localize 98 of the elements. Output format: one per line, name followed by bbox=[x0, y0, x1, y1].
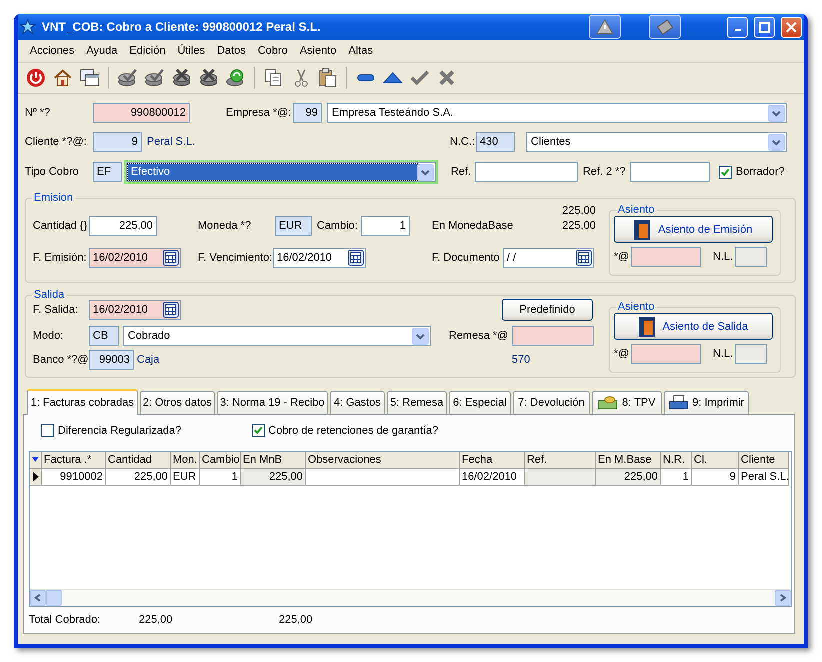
menu-item[interactable]: Cobro bbox=[252, 45, 294, 57]
table-cell: 1 bbox=[200, 468, 241, 486]
table-cell: 16/02/2010 bbox=[460, 468, 525, 486]
field-label: F. Vencimiento: bbox=[198, 252, 273, 264]
table-cell: 9 bbox=[692, 468, 739, 486]
input-field[interactable]: 990800012 bbox=[93, 103, 190, 123]
column-header[interactable]: Mon. bbox=[171, 452, 200, 469]
tab[interactable]: 5: Remesa bbox=[387, 391, 447, 414]
field-label: Remesa *@ bbox=[449, 330, 510, 342]
column-header[interactable]: N.R. bbox=[661, 452, 692, 469]
field-label: Borrador? bbox=[736, 166, 786, 178]
tab[interactable]: 2: Otros datos bbox=[140, 391, 215, 414]
amount-text: 225,00 bbox=[562, 219, 596, 234]
field-label: N.L. bbox=[713, 348, 734, 360]
field-label: Empresa *@: bbox=[226, 107, 293, 119]
tab[interactable]: 8: TPV bbox=[592, 391, 662, 414]
dropdown[interactable]: Empresa Testeándo S.A. bbox=[327, 103, 787, 123]
table-cell: 9910002 bbox=[42, 468, 106, 486]
table-cell: 225,00 bbox=[241, 468, 306, 486]
option-label: Cobro de retenciones de garantía? bbox=[268, 424, 439, 437]
group-title: Asiento bbox=[617, 204, 656, 216]
menu-item[interactable]: Datos bbox=[211, 45, 252, 57]
field-label: F. Documento bbox=[432, 252, 501, 264]
tab[interactable]: 9: Imprimir bbox=[664, 391, 749, 414]
input-field[interactable]: 99 bbox=[293, 103, 322, 123]
field-label: *@ bbox=[614, 348, 630, 360]
field-label: Total Cobrado: bbox=[29, 614, 102, 626]
group-title: Emision bbox=[33, 192, 74, 204]
column-header[interactable]: Observaciones bbox=[306, 452, 460, 469]
menu-item[interactable]: Edición bbox=[124, 45, 172, 57]
input-field[interactable]: EUR bbox=[275, 216, 312, 236]
field-label: *@ bbox=[614, 251, 630, 263]
column-header[interactable]: Fecha bbox=[460, 452, 525, 469]
field-label: F. Salida: bbox=[33, 304, 80, 316]
date-field[interactable]: 16/02/2010 bbox=[89, 300, 181, 320]
total-amount: 225,00 bbox=[279, 614, 314, 626]
column-header[interactable]: Cliente bbox=[739, 452, 789, 469]
date-field[interactable]: 16/02/2010 bbox=[89, 248, 181, 268]
dropdown[interactable]: Efectivo bbox=[126, 162, 436, 182]
table-cell: 1 bbox=[661, 468, 692, 486]
value-text: Peral S.L. bbox=[147, 136, 196, 148]
input-field[interactable]: 1 bbox=[361, 216, 410, 236]
input-field[interactable]: 9 bbox=[93, 132, 142, 152]
dropdown[interactable]: Clientes bbox=[526, 132, 787, 152]
group-title: Salida bbox=[33, 289, 66, 301]
column-header[interactable]: Cl. bbox=[692, 452, 739, 469]
column-header[interactable]: Cambio bbox=[200, 452, 241, 469]
field-label: En MonedaBase bbox=[432, 220, 514, 232]
menu-item[interactable]: Asiento bbox=[294, 45, 343, 57]
menu-item[interactable]: Ayuda bbox=[80, 45, 124, 57]
field-label: N.L. bbox=[713, 251, 734, 263]
menu-item[interactable]: Útiles bbox=[172, 45, 212, 57]
tab[interactable]: 3: Norma 19 - Recibo bbox=[217, 391, 328, 414]
total-amount: 225,00 bbox=[139, 614, 174, 626]
input-field[interactable]: EF bbox=[93, 162, 122, 182]
table-cell: EUR bbox=[171, 468, 200, 486]
column-header[interactable]: Cantidad bbox=[106, 452, 171, 469]
column-header[interactable]: Ref. bbox=[525, 452, 596, 469]
field-label: Moneda *? bbox=[198, 220, 252, 232]
field-label: Modo: bbox=[33, 330, 65, 342]
field-label: Banco *?@ bbox=[33, 354, 89, 366]
amount-text: 225,00 bbox=[562, 204, 596, 219]
input-field[interactable]: 99003 bbox=[89, 350, 134, 370]
table-cell: Peral S.L. bbox=[739, 468, 789, 486]
column-header[interactable]: Factura .* bbox=[42, 452, 106, 469]
group-title: Asiento bbox=[617, 301, 656, 313]
predefined-button[interactable]: Predefinido bbox=[502, 299, 593, 321]
table-cell: 225,00 bbox=[596, 468, 661, 486]
date-field[interactable]: / / bbox=[503, 248, 594, 268]
tab[interactable]: 4: Gastos bbox=[330, 391, 385, 414]
tab[interactable]: 7: Devolución bbox=[513, 391, 590, 414]
tab[interactable]: 1: Facturas cobradas bbox=[27, 389, 138, 415]
field-label: Cantidad {} bbox=[33, 220, 88, 232]
menu-item[interactable]: Altas bbox=[342, 45, 380, 57]
table-cell: 225,00 bbox=[106, 468, 171, 486]
input-field[interactable]: 430 bbox=[476, 132, 515, 152]
entry-button[interactable]: Asiento de Emisión bbox=[614, 216, 773, 243]
field-label: Nº *? bbox=[25, 107, 52, 119]
field-label: Ref. bbox=[451, 166, 472, 178]
value-text: Caja bbox=[137, 354, 161, 366]
value-text: 570 bbox=[512, 354, 532, 366]
menu-item[interactable]: Acciones bbox=[24, 45, 81, 57]
field-label: Cliente *?@: bbox=[25, 136, 88, 148]
window-title: VNT_COB: Cobro a Cliente: 990800012 Peral S.L. bbox=[42, 20, 322, 34]
input-field[interactable]: CB bbox=[89, 326, 119, 346]
tab[interactable]: 6: Especial bbox=[449, 391, 511, 414]
input-field[interactable]: 225,00 bbox=[89, 216, 157, 236]
column-header[interactable]: En MnB bbox=[241, 452, 306, 469]
field-label: F. Emisión: bbox=[33, 252, 88, 264]
field-label: Ref. 2 *? bbox=[583, 166, 627, 178]
dropdown[interactable]: Cobrado bbox=[123, 326, 431, 346]
field-label: Cambio: bbox=[317, 220, 359, 232]
option-label: Diferencia Regularizada? bbox=[58, 424, 182, 437]
column-header[interactable]: En M.Base bbox=[596, 452, 661, 469]
date-field[interactable]: 16/02/2010 bbox=[273, 248, 366, 268]
field-label: N.C.: bbox=[450, 136, 476, 148]
field-label: Tipo Cobro bbox=[25, 166, 80, 178]
entry-button[interactable]: Asiento de Salida bbox=[614, 313, 773, 340]
